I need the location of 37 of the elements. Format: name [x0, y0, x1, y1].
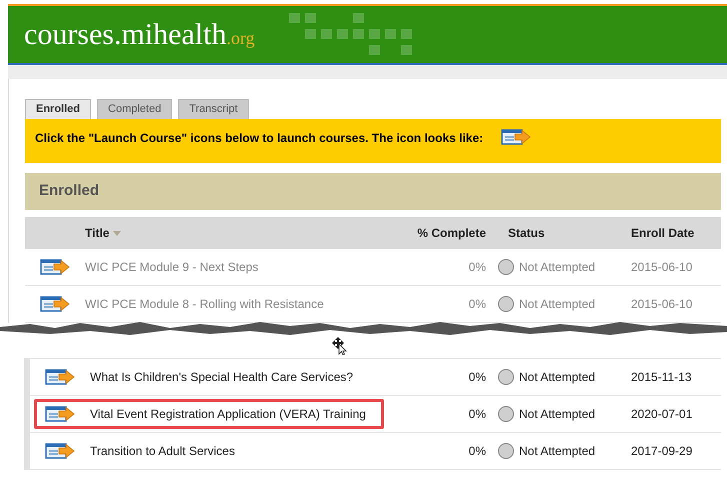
- column-header[interactable]: Status: [486, 224, 631, 242]
- notice-text: Click the "Launch Course" icons below to launch courses. The icon looks like:: [35, 130, 484, 147]
- section-title: Enrolled: [39, 181, 100, 202]
- course-title[interactable]: Vital Event Registration Application (VERA) Training: [90, 405, 366, 423]
- status-text: Not Attempted: [519, 443, 596, 460]
- percent-complete: 0%: [468, 296, 486, 313]
- course-title[interactable]: WIC PCE Module 9 - Next Steps: [85, 258, 258, 276]
- tab[interactable]: Transcript: [178, 99, 249, 119]
- launch-course-icon[interactable]: [40, 296, 70, 312]
- percent-complete: 0%: [468, 369, 486, 386]
- enroll-date: 2015-06-10: [631, 296, 694, 313]
- enroll-date: 2015-11-13: [631, 369, 692, 386]
- status-text: Not Attempted: [519, 259, 596, 276]
- column-header[interactable]: Enroll Date: [631, 224, 721, 242]
- course-title[interactable]: Transition to Adult Services: [90, 442, 235, 460]
- status-text: Not Attempted: [519, 296, 596, 313]
- launch-course-icon[interactable]: [40, 259, 70, 275]
- status-text: Not Attempted: [519, 406, 596, 423]
- launch-course-icon[interactable]: [45, 406, 75, 422]
- tab[interactable]: Enrolled: [25, 99, 92, 119]
- move-cursor-icon: [332, 337, 348, 355]
- enroll-date: 2017-09-29: [631, 443, 694, 460]
- enroll-date: 2015-06-10: [631, 259, 694, 276]
- column-header[interactable]: % Complete: [396, 224, 486, 242]
- course-title[interactable]: WIC PCE Module 8 - Rolling with Resistance: [85, 295, 324, 313]
- status-text: Not Attempted: [519, 369, 596, 386]
- course-title[interactable]: What Is Children's Special Health Care Services?: [90, 368, 354, 386]
- launch-course-icon[interactable]: [45, 443, 75, 459]
- percent-complete: 0%: [468, 259, 486, 276]
- site-logo[interactable]: courses.mihealth.org: [24, 12, 255, 57]
- launch-course-icon[interactable]: [501, 129, 532, 145]
- launch-course-icon[interactable]: [45, 369, 75, 385]
- percent-complete: 0%: [468, 406, 486, 423]
- column-header[interactable]: Title: [85, 224, 110, 242]
- tab[interactable]: Completed: [97, 99, 172, 119]
- percent-complete: 0%: [468, 443, 486, 460]
- enroll-date: 2020-07-01: [631, 406, 694, 423]
